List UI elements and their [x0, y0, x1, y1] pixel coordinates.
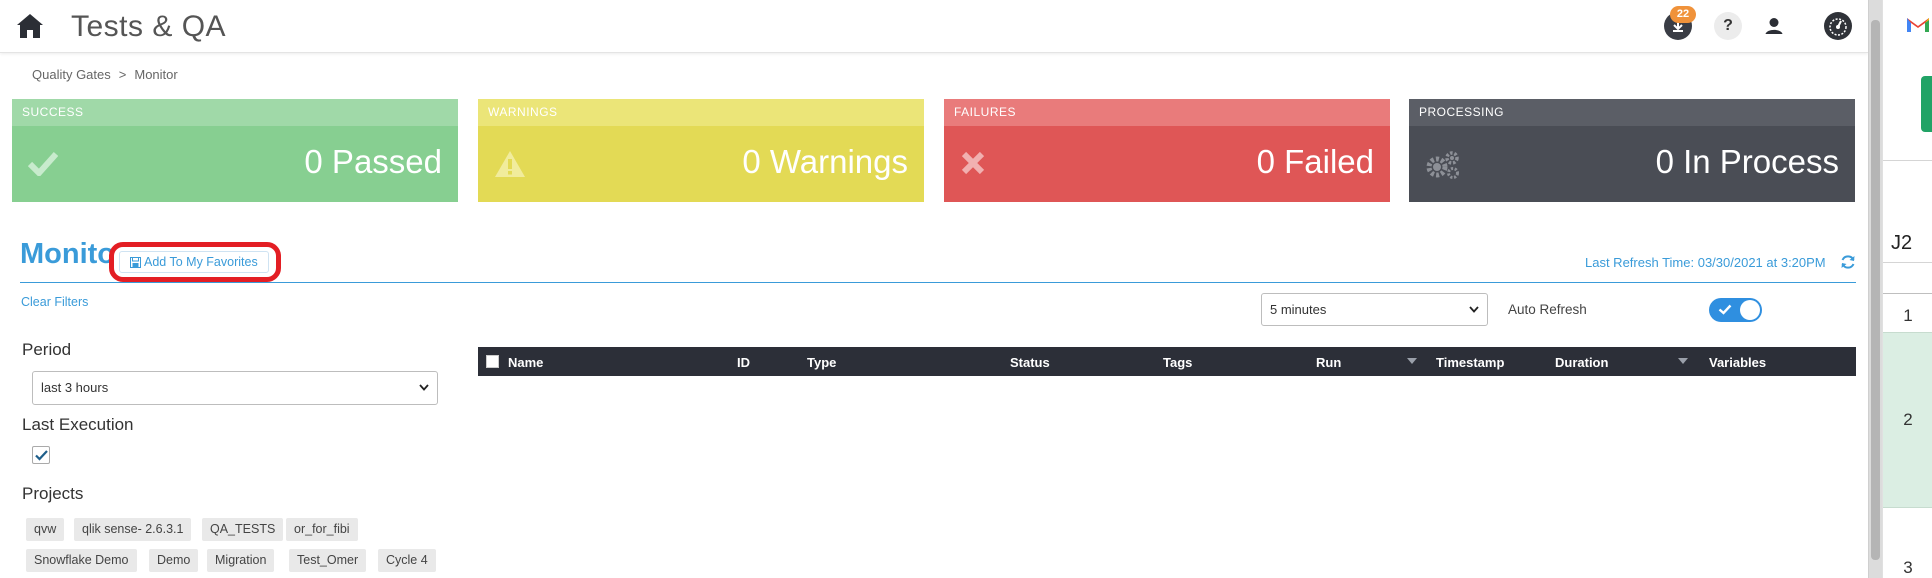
section-divider — [20, 282, 1856, 283]
project-tag[interactable]: Snowflake Demo — [26, 549, 137, 572]
card-label: WARNINGS — [478, 99, 924, 126]
auto-refresh-label: Auto Refresh — [1508, 302, 1587, 317]
project-tag[interactable]: Migration — [207, 549, 275, 572]
sort-caret-icon[interactable] — [1678, 358, 1688, 364]
home-icon[interactable] — [16, 13, 44, 39]
sort-caret-icon[interactable] — [1407, 358, 1417, 364]
project-tag[interactable]: Cycle 4 — [378, 549, 436, 572]
page-scrollbar[interactable] — [1868, 0, 1882, 578]
add-to-favorites-label: Add To My Favorites — [144, 255, 258, 269]
spreadsheet-sliver: J2 1 2 3 — [1882, 0, 1932, 578]
chevron-down-icon — [1469, 306, 1479, 313]
project-tag[interactable]: Test_Omer — [289, 549, 367, 572]
card-value: 0 Failed — [1256, 143, 1374, 180]
app-title: Tests & QA — [71, 10, 227, 43]
save-icon — [130, 256, 141, 268]
user-button[interactable] — [1760, 12, 1788, 40]
period-label: Period — [22, 340, 72, 359]
toggle-knob — [1740, 300, 1760, 320]
processing-card[interactable]: PROCESSING 0 In Process — [1409, 99, 1855, 202]
check-icon — [28, 151, 58, 176]
last-execution-checkbox[interactable] — [32, 446, 50, 464]
failures-card[interactable]: FAILURES 0 Failed — [944, 99, 1390, 202]
project-tag[interactable]: Demo — [149, 549, 199, 572]
period-select[interactable]: last 3 hours — [32, 371, 438, 405]
sheet-row-number: 3 — [1903, 558, 1913, 577]
sheet-row-number: 1 — [1903, 306, 1913, 325]
breadcrumb-item-quality-gates[interactable]: Quality Gates — [32, 67, 111, 82]
period-value: last 3 hours — [41, 380, 109, 395]
breadcrumb-separator: > — [118, 67, 127, 82]
breadcrumb-item-monitor[interactable]: Monitor — [134, 67, 177, 82]
sheet-divider — [1883, 160, 1932, 161]
column-header-tags[interactable]: Tags — [1163, 355, 1192, 370]
card-label: PROCESSING — [1409, 99, 1855, 126]
column-header-timestamp[interactable]: Timestamp — [1436, 355, 1504, 370]
x-icon — [961, 151, 985, 175]
chevron-down-icon — [419, 384, 429, 391]
sheet-cell-reference: J2 — [1891, 232, 1913, 254]
card-value: 0 In Process — [1655, 143, 1839, 180]
projects-label: Projects — [22, 484, 84, 503]
warning-icon — [495, 151, 525, 177]
card-value: 0 Passed — [304, 143, 442, 180]
select-all-checkbox[interactable] — [486, 355, 499, 368]
help-button[interactable]: ? — [1714, 12, 1742, 40]
auto-refresh-toggle[interactable] — [1709, 298, 1762, 322]
project-tag[interactable]: qvw — [26, 518, 65, 541]
refresh-interval-select[interactable]: 5 minutes — [1261, 293, 1488, 326]
last-refresh-time: Last Refresh Time: 03/30/2021 at 3:20PM — [1585, 255, 1826, 270]
sheet-row-number: 2 — [1903, 410, 1913, 429]
project-tag[interactable]: QA_TESTS — [202, 518, 284, 541]
card-label: FAILURES — [944, 99, 1390, 126]
success-card[interactable]: SUCCESS 0 Passed — [12, 99, 458, 202]
column-header-type[interactable]: Type — [807, 355, 836, 370]
sheets-app-icon[interactable] — [1921, 76, 1932, 132]
card-value: 0 Warnings — [742, 143, 908, 180]
last-execution-label: Last Execution — [22, 415, 134, 434]
notification-badge: 22 — [1670, 6, 1696, 23]
check-icon — [35, 450, 48, 461]
gears-icon — [1426, 151, 1459, 179]
column-header-name[interactable]: Name — [508, 355, 543, 370]
refresh-interval-value: 5 minutes — [1270, 302, 1327, 317]
top-header: Tests & QA 22 ? — [0, 0, 1868, 53]
column-header-duration[interactable]: Duration — [1555, 355, 1608, 370]
column-header-variables[interactable]: Variables — [1709, 355, 1766, 370]
clear-filters-link[interactable]: Clear Filters — [21, 295, 88, 309]
user-icon — [1763, 15, 1785, 37]
column-header-status[interactable]: Status — [1010, 355, 1050, 370]
project-tag[interactable]: or_for_fibi — [286, 518, 358, 541]
add-to-favorites-button[interactable]: Add To My Favorites — [119, 251, 269, 273]
gauge-icon — [1829, 18, 1847, 36]
app-window: Tests & QA 22 ? J2 1 2 3 Quality Gates >… — [0, 0, 1932, 578]
check-icon — [1718, 304, 1732, 315]
dashboard-button[interactable] — [1824, 12, 1852, 40]
page-title: Monito — [20, 238, 116, 270]
sheet-divider — [1883, 293, 1932, 294]
card-label: SUCCESS — [12, 99, 458, 126]
results-table-header: Name ID Type Status Tags Run Timestamp D… — [478, 347, 1856, 376]
warnings-card[interactable]: WARNINGS 0 Warnings — [478, 99, 924, 202]
project-tag[interactable]: qlik sense- 2.6.3.1 — [74, 518, 192, 541]
refresh-icon[interactable] — [1840, 254, 1856, 270]
breadcrumb: Quality Gates > Monitor — [32, 67, 178, 82]
gmail-icon[interactable] — [1905, 14, 1931, 34]
column-header-run[interactable]: Run — [1316, 355, 1341, 370]
column-header-id[interactable]: ID — [737, 355, 750, 370]
sheet-divider — [1883, 262, 1932, 263]
scrollbar-thumb[interactable] — [1871, 20, 1880, 560]
